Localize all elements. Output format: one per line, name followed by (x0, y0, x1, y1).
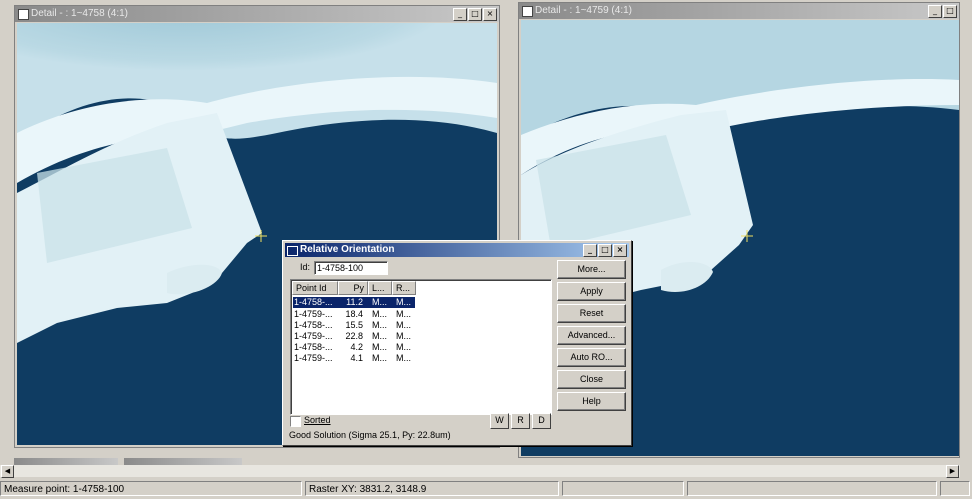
minimize-button[interactable]: _ (928, 5, 942, 18)
dialog-icon (287, 246, 298, 256)
maximize-button[interactable]: □ (468, 8, 482, 21)
maximize-button[interactable]: □ (598, 244, 612, 257)
dialog-title: Relative Orientation (300, 244, 395, 255)
sorted-checkbox[interactable] (290, 416, 301, 427)
row-l: M... (372, 297, 387, 307)
relative-orientation-dialog[interactable]: Relative Orientation _ □ × Id: 1-4758-10… (282, 240, 632, 446)
reset-button[interactable]: Reset (557, 304, 626, 323)
left-window-titlebar[interactable]: Detail - : 1~4758 (4:1) _ □ × (15, 6, 499, 22)
id-field[interactable]: 1-4758-100 (314, 261, 388, 275)
status-measure-point: Measure point: 1-4758-100 (0, 481, 302, 496)
row-l: M... (372, 331, 387, 341)
row-point-id: 1-4758-... (294, 342, 333, 352)
minimized-window[interactable] (124, 458, 242, 465)
row-point-id: 1-4758-... (294, 297, 333, 307)
row-r: M... (396, 297, 411, 307)
close-button[interactable]: × (613, 244, 627, 257)
row-py: 18.4 (345, 309, 363, 319)
close-button[interactable]: × (483, 8, 497, 21)
table-row[interactable]: 1-4758-... 4.2 M... M... (293, 342, 415, 353)
row-point-id: 1-4759-... (294, 309, 333, 319)
row-l: M... (372, 309, 387, 319)
col-r[interactable]: R... (392, 281, 416, 295)
row-py: 4.2 (350, 342, 363, 352)
row-r: M... (396, 320, 411, 330)
w-button[interactable]: W (490, 413, 509, 429)
left-window-title: Detail - : 1~4758 (4:1) (31, 8, 128, 19)
scroll-right-button[interactable]: ▶ (946, 465, 959, 478)
row-r: M... (396, 342, 411, 352)
minimized-window[interactable] (14, 458, 118, 465)
row-l: M... (372, 353, 387, 363)
col-point-id[interactable]: Point Id (292, 281, 338, 295)
help-button[interactable]: Help (557, 392, 626, 411)
status-panel-4 (687, 481, 937, 496)
dialog-titlebar[interactable]: Relative Orientation _ □ × (285, 243, 629, 257)
window-icon (18, 9, 29, 20)
auto-ro-button[interactable]: Auto RO... (557, 348, 626, 367)
horizontal-scrollbar[interactable]: ◀ ▶ (0, 465, 960, 478)
right-window-titlebar[interactable]: Detail - : 1~4759 (4:1) _ □ (519, 3, 959, 19)
col-py[interactable]: Py (338, 281, 368, 295)
row-point-id: 1-4759-... (294, 353, 333, 363)
row-r: M... (396, 331, 411, 341)
status-raster-xy: Raster XY: 3831.2, 3148.9 (305, 481, 559, 496)
more-button[interactable]: More... (557, 260, 626, 279)
sorted-label[interactable]: Sorted (304, 415, 331, 425)
row-r: M... (396, 309, 411, 319)
r-button[interactable]: R (511, 413, 530, 429)
points-list[interactable]: Point Id Py L... R... 1-4758-... 11.2 M.… (290, 279, 552, 415)
row-point-id: 1-4759-... (294, 331, 333, 341)
solution-status: Good Solution (Sigma 25.1, Py: 22.8um) (289, 430, 451, 440)
table-row[interactable]: 1-4758-... 15.5 M... M... (293, 320, 415, 331)
status-bar: Measure point: 1-4758-100 Raster XY: 383… (0, 479, 972, 499)
table-row[interactable]: 1-4759-... 18.4 M... M... (293, 309, 415, 320)
maximize-button[interactable]: □ (943, 5, 957, 18)
table-row[interactable]: 1-4759-... 4.1 M... M... (293, 353, 415, 364)
minimize-button[interactable]: _ (453, 8, 467, 21)
apply-button[interactable]: Apply (557, 282, 626, 301)
row-point-id: 1-4758-... (294, 320, 333, 330)
close-dialog-button[interactable]: Close (557, 370, 626, 389)
row-py: 4.1 (350, 353, 363, 363)
scroll-left-button[interactable]: ◀ (1, 465, 14, 478)
row-py: 15.5 (345, 320, 363, 330)
row-py: 11.2 (346, 297, 363, 307)
id-label: Id: (300, 262, 311, 272)
table-row[interactable]: 1-4758-... 11.2 M... M... (293, 297, 415, 308)
status-panel-5 (940, 481, 970, 496)
row-py: 22.8 (345, 331, 363, 341)
row-l: M... (372, 320, 387, 330)
status-panel-3 (562, 481, 684, 496)
table-row[interactable]: 1-4759-... 22.8 M... M... (293, 331, 415, 342)
minimize-button[interactable]: _ (583, 244, 597, 257)
right-window-title: Detail - : 1~4759 (4:1) (535, 5, 632, 16)
advanced-button[interactable]: Advanced... (557, 326, 626, 345)
row-l: M... (372, 342, 387, 352)
window-icon (522, 6, 533, 17)
col-l[interactable]: L... (368, 281, 392, 295)
row-r: M... (396, 353, 411, 363)
d-button[interactable]: D (532, 413, 551, 429)
